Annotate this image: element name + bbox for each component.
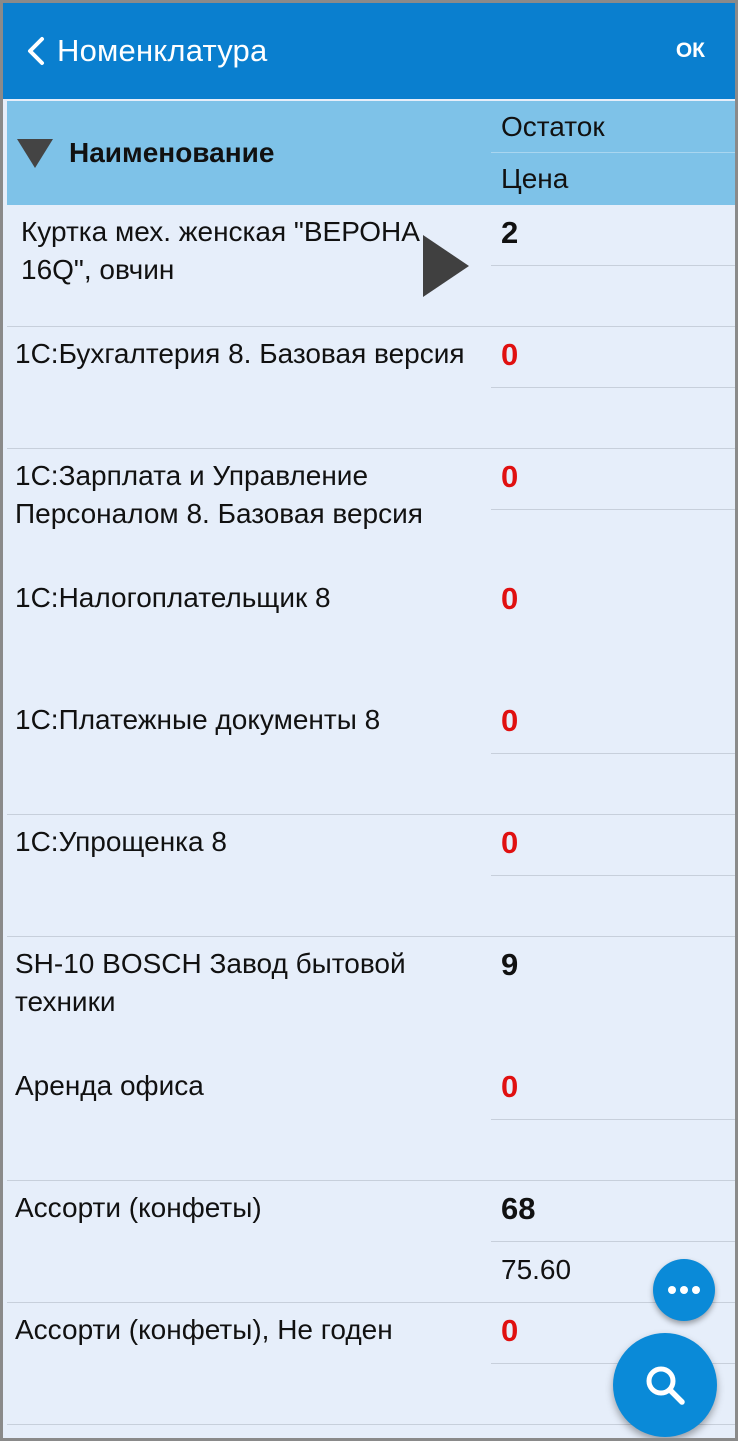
item-stock: 0 — [491, 815, 735, 876]
item-name: Ассорти (конфеты), Не годен — [15, 1314, 393, 1345]
column-header-stock[interactable]: Остаток — [491, 101, 735, 153]
table-row[interactable]: Аренда офиса 0 — [7, 1059, 735, 1181]
item-price — [491, 510, 735, 571]
item-name: SH-10 BOSCH Завод бытовой техники — [15, 948, 406, 1017]
more-actions-button[interactable] — [653, 1259, 715, 1321]
play-expand-icon[interactable] — [419, 233, 471, 299]
item-price — [491, 754, 735, 815]
item-name: 1С:Упрощенка 8 — [15, 826, 227, 857]
table-header: Наименование Остаток Цена — [7, 101, 735, 205]
item-stock: 0 — [491, 449, 735, 510]
item-price — [491, 876, 735, 937]
page-title: Номенклатура — [57, 33, 268, 68]
search-button[interactable] — [613, 1333, 717, 1437]
table-row[interactable]: 1С:Платежные документы 8 0 — [7, 693, 735, 815]
column-header-name[interactable]: Наименование — [7, 101, 491, 205]
more-horizontal-icon — [668, 1286, 700, 1294]
item-name: 1С:Бухгалтерия 8. Базовая версия — [15, 338, 465, 369]
item-name: 1С:Налогоплательщик 8 — [15, 582, 331, 613]
table-row[interactable]: 1С:Бухгалтерия 8. Базовая версия 0 — [7, 327, 735, 449]
row-divider — [7, 1424, 491, 1425]
item-name: Аренда офиса — [15, 1070, 204, 1101]
item-name: 1С:Платежные документы 8 — [15, 704, 381, 735]
screen: Номенклатура ОК Наименование Остаток Цен… — [0, 0, 738, 1441]
item-name: Ассорти (конфеты) — [15, 1192, 262, 1223]
table-row[interactable]: 1С:Упрощенка 8 0 — [7, 815, 735, 937]
sort-desc-triangle-icon — [17, 139, 53, 168]
item-stock: 0 — [491, 1059, 735, 1120]
item-price — [491, 266, 735, 327]
column-header-name-label: Наименование — [69, 137, 275, 168]
item-price — [491, 998, 735, 1059]
item-stock: 68 — [491, 1181, 735, 1242]
table-row[interactable]: Куртка мех. женская "ВЕРОНА 16Q", овчин … — [7, 205, 735, 327]
item-stock: 2 — [491, 205, 735, 266]
back-button[interactable]: Номенклатура — [23, 27, 267, 75]
table-row[interactable]: 1С:Зарплата и Управление Персоналом 8. Б… — [7, 449, 735, 571]
item-price — [491, 388, 735, 449]
column-header-price[interactable]: Цена — [491, 153, 735, 205]
item-price — [491, 632, 735, 693]
table-row[interactable]: Ассорти (конфеты) 68 75.60 — [7, 1181, 735, 1303]
item-stock: 0 — [501, 581, 519, 616]
ok-button[interactable]: ОК — [676, 27, 705, 75]
table-row[interactable]: SH-10 BOSCH Завод бытовой техники 9 — [7, 937, 735, 1059]
item-price — [491, 1120, 735, 1181]
item-stock: 0 — [491, 693, 735, 754]
item-stock: 0 — [491, 327, 735, 388]
table-body: Куртка мех. женская "ВЕРОНА 16Q", овчин … — [7, 205, 735, 1425]
app-bar: Номенклатура ОК — [3, 3, 735, 99]
table-row[interactable]: 1С:Налогоплательщик 8 0 — [7, 571, 735, 693]
search-icon — [646, 1366, 685, 1405]
chevron-left-icon — [28, 37, 44, 65]
item-name: 1С:Зарплата и Управление Персоналом 8. Б… — [15, 460, 423, 529]
item-stock: 9 — [501, 947, 519, 982]
